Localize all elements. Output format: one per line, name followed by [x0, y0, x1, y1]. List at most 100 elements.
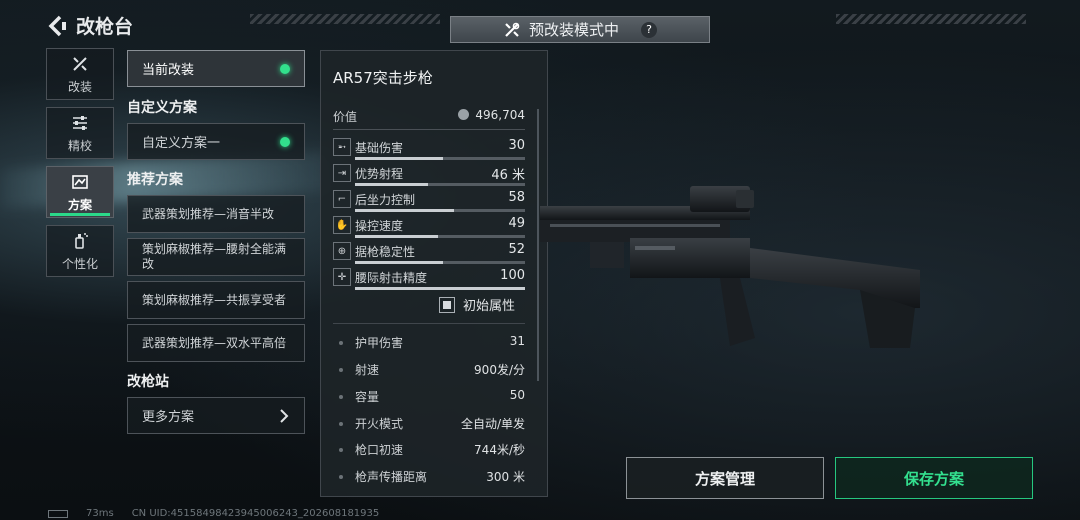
- attribute-row: 枪声传播距离 300 米: [333, 468, 525, 485]
- manage-plans-label: 方案管理: [694, 469, 755, 488]
- stat-bar-fill: [355, 235, 439, 238]
- value-amount: 496,704: [458, 108, 525, 122]
- stat-row: ✛ 腰际射击精度 100: [333, 267, 525, 293]
- stat-value: 49: [508, 216, 525, 231]
- attribute-row: 开火模式 全自动/单发: [333, 415, 525, 432]
- manage-plans-button[interactable]: 方案管理: [626, 457, 824, 499]
- attribute-value: 全自动/单发: [460, 417, 525, 431]
- stat-row: ⌐ 后坐力控制 58: [333, 189, 525, 215]
- stat-bar: [355, 183, 525, 186]
- stat-value: 58: [508, 190, 525, 205]
- stability-icon: ⊕: [333, 242, 351, 260]
- stat-value: 30: [508, 138, 525, 153]
- custom-plan-indicator: [280, 136, 290, 147]
- stat-value: 46 米: [491, 168, 525, 183]
- stat-label: 后坐力控制: [355, 193, 416, 207]
- mode-label: 预改装模式中: [528, 21, 619, 39]
- attribute-row: 射速 900发/分: [333, 361, 525, 378]
- custom-plan-label: 自定义方案一: [142, 136, 221, 151]
- save-plan-button[interactable]: 保存方案: [835, 457, 1033, 499]
- stat-value: 100: [500, 268, 525, 283]
- tab-personalize[interactable]: 个性化: [46, 225, 114, 277]
- custom-section-title: 自定义方案: [127, 100, 197, 116]
- rifle-model[interactable]: [540, 178, 930, 368]
- more-plans-label: 更多方案: [142, 410, 195, 425]
- tab-plans[interactable]: 方案: [46, 166, 114, 218]
- recommended-plan-label: 策划麻椒推荐—共振享受者: [142, 292, 287, 307]
- tab-plans-label: 方案: [67, 197, 92, 212]
- tab-tune[interactable]: 精校: [46, 107, 114, 159]
- stat-bar-fill: [355, 183, 429, 186]
- recommended-plan-label: 武器策划推荐—消音半改: [142, 206, 275, 221]
- current-build-card[interactable]: 当前改装: [127, 50, 305, 87]
- recommended-section-title: 推荐方案: [127, 172, 183, 188]
- stat-bar: [355, 235, 525, 238]
- plans-list: 当前改装 自定义方案 自定义方案一 推荐方案 武器策划推荐—消音半改 策划麻椒推…: [127, 50, 305, 434]
- value-row: 价值 496,704: [333, 108, 525, 125]
- coin-icon: [458, 109, 470, 120]
- page-title: 改枪台: [76, 16, 134, 38]
- stat-label: 基础伤害: [355, 141, 404, 155]
- attribute-row: 容量 50: [333, 388, 525, 405]
- attribute-label: 枪声传播距离: [355, 470, 428, 484]
- attribute-value: 744米/秒: [474, 443, 525, 457]
- attribute-value: 50: [509, 388, 525, 402]
- equipped-indicator: [280, 63, 290, 74]
- stat-label: 据枪稳定性: [355, 245, 416, 259]
- attribute-label: 枪口初速: [355, 443, 404, 457]
- stat-bar-fill: [355, 209, 454, 212]
- stat-bar: [355, 287, 525, 290]
- preview-mode-banner: 预改装模式中 ?: [450, 16, 710, 43]
- station-section-title: 改枪站: [127, 374, 169, 390]
- back-button[interactable]: 改枪台: [46, 12, 133, 39]
- stat-bar-fill: [355, 287, 525, 290]
- base-attributes-checkbox[interactable]: [439, 296, 455, 313]
- attribute-value: 900发/分: [474, 363, 525, 377]
- stat-bar: [355, 209, 525, 212]
- stat-bar: [355, 157, 525, 160]
- sliders-icon: [73, 115, 87, 130]
- save-plan-label: 保存方案: [903, 469, 964, 488]
- base-attributes-label: 初始属性: [463, 299, 516, 314]
- ping-value: 73ms: [86, 508, 114, 519]
- active-tab-indicator: [50, 213, 110, 216]
- attribute-label: 容量: [355, 390, 380, 404]
- tab-modify[interactable]: 改装: [46, 48, 114, 100]
- current-build-label: 当前改装: [142, 63, 195, 78]
- recommended-plan-label: 武器策划推荐—双水平高倍: [142, 335, 287, 350]
- attribute-label: 护甲伤害: [355, 336, 404, 350]
- stat-row: ✋ 操控速度 49: [333, 215, 525, 241]
- attribute-label: 开火模式: [355, 417, 404, 431]
- help-icon[interactable]: ?: [641, 21, 657, 38]
- tab-modify-label: 改装: [67, 79, 92, 94]
- recommended-plan-card[interactable]: 策划麻椒推荐—腰射全能满改: [127, 238, 305, 276]
- stat-bar: [355, 261, 525, 264]
- custom-plan-card[interactable]: 自定义方案一: [127, 123, 305, 160]
- recommended-plan-card[interactable]: 武器策划推荐—双水平高倍: [127, 324, 305, 362]
- base-attributes-toggle[interactable]: 初始属性: [439, 295, 515, 314]
- value-divider: [333, 129, 525, 130]
- header-deco-left: [250, 14, 440, 24]
- stat-row: ⇥ 优势射程 46 米: [333, 163, 525, 189]
- status-footer: 73ms CN UID:4515849842394500624​3_202608…: [48, 508, 379, 519]
- attributes-divider: [333, 323, 525, 324]
- attribute-value: 31: [509, 334, 525, 348]
- panel-scrollbar[interactable]: [537, 109, 539, 381]
- left-rail: 改装 精校 方案 个性化: [46, 48, 114, 284]
- range-icon: ⇥: [333, 164, 351, 182]
- uid-text: CN UID:4515849842394500624​3_20260818193…: [131, 508, 380, 519]
- tab-personalize-label: 个性化: [61, 256, 98, 271]
- weapon-name: AR57突击步枪: [333, 69, 433, 87]
- more-plans-button[interactable]: 更多方案: [127, 397, 305, 434]
- weapon-stats-panel[interactable]: AR57突击步枪 价值 496,704 ➵ 基础伤害 30 ⇥ 优势射程 46 …: [320, 50, 548, 497]
- stat-row: ⊕ 据枪稳定性 52: [333, 241, 525, 267]
- stat-row: ➵ 基础伤害 30: [333, 137, 525, 163]
- back-arrow-icon: [48, 15, 66, 36]
- value-number: 496,704: [475, 108, 525, 122]
- recommended-plan-card[interactable]: 策划麻椒推荐—共振享受者: [127, 281, 305, 319]
- attribute-label: 射速: [355, 363, 380, 377]
- header-deco-right: [836, 14, 1026, 24]
- recommended-plan-card[interactable]: 武器策划推荐—消音半改: [127, 195, 305, 233]
- attribute-value: 300 米: [486, 470, 525, 484]
- stat-label: 腰际射击精度: [355, 271, 428, 285]
